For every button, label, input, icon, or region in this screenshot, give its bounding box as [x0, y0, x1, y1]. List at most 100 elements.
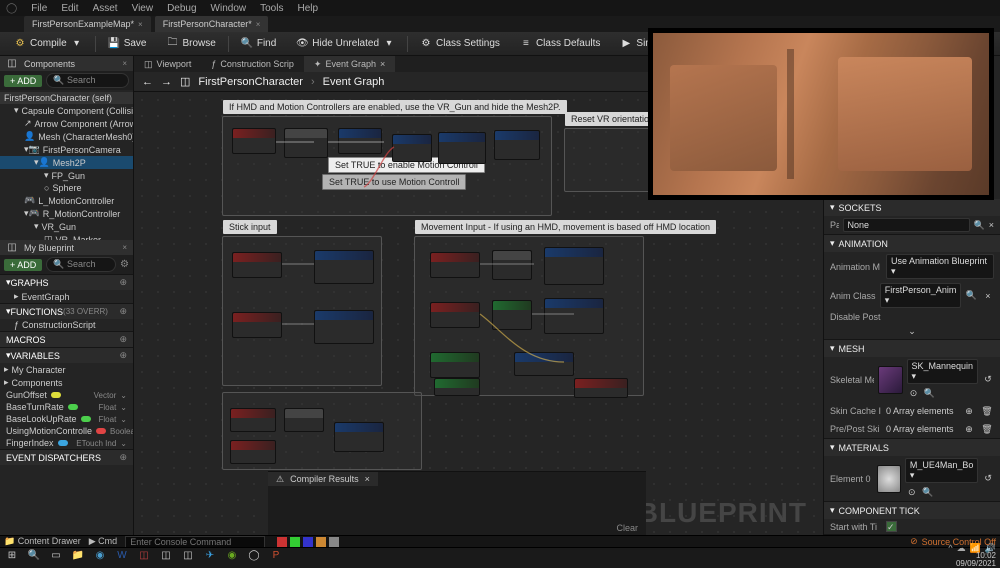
nvidia-icon[interactable]: ◉: [224, 549, 240, 563]
system-tray[interactable]: ^ ☁ 📶 🔊 10:0209/09/2021: [948, 544, 996, 568]
bp-node[interactable]: [232, 252, 282, 278]
menu-view[interactable]: View: [132, 3, 154, 14]
search-icon[interactable]: 🔍: [923, 386, 937, 400]
mesh-thumbnail[interactable]: [878, 366, 902, 394]
anim-mode-select[interactable]: Use Animation Blueprint ▾: [886, 254, 994, 279]
color-swatch[interactable]: [303, 537, 313, 547]
tree-item[interactable]: ▾ VR_Gun: [0, 220, 133, 233]
search-icon[interactable]: 🔍: [26, 549, 42, 563]
material-select[interactable]: M_UE4Man_Bo ▾: [905, 458, 979, 483]
chevron-down-icon[interactable]: ⌄: [120, 403, 127, 412]
sockets-header[interactable]: ▾ Sockets: [824, 199, 1000, 216]
app-icon[interactable]: ◫: [136, 549, 152, 563]
app-icon[interactable]: ◫: [180, 549, 196, 563]
edge-icon[interactable]: ◉: [92, 549, 108, 563]
var-item[interactable]: FingerIndexETouch Ind⌄: [0, 437, 133, 449]
bp-node[interactable]: [494, 130, 540, 160]
plus-icon[interactable]: ⊕: [119, 277, 127, 288]
color-swatch[interactable]: [329, 537, 339, 547]
compile-button[interactable]: ⚙Compile▾: [6, 35, 91, 53]
bc-root[interactable]: FirstPersonCharacter: [198, 76, 303, 88]
bp-node[interactable]: [314, 250, 374, 284]
bp-node[interactable]: [544, 298, 604, 334]
checkbox[interactable]: ✓: [886, 521, 897, 532]
tree-item[interactable]: ▾ FP_Gun: [0, 169, 133, 182]
browse-icon[interactable]: ⊙: [905, 485, 919, 499]
bp-node[interactable]: [230, 440, 276, 464]
bp-node[interactable]: [430, 352, 480, 378]
close-icon[interactable]: ×: [989, 218, 994, 232]
close-icon[interactable]: ×: [256, 20, 261, 29]
components-panel-tab[interactable]: ◫ Components ×: [0, 56, 133, 71]
materials-header[interactable]: ▾ Materials: [824, 439, 1000, 456]
plus-icon[interactable]: ⊕: [119, 350, 127, 361]
menu-asset[interactable]: Asset: [93, 3, 118, 14]
menu-debug[interactable]: Debug: [167, 3, 196, 14]
macros-header[interactable]: Macros⊕: [0, 331, 133, 347]
chevron-down-icon[interactable]: ⌄: [120, 439, 127, 448]
trash-icon[interactable]: 🗑: [980, 404, 994, 418]
bp-node[interactable]: [230, 408, 276, 432]
comment-region[interactable]: Reset VR orientation a: [564, 128, 654, 192]
plus-icon[interactable]: ⊕: [119, 306, 127, 317]
menu-help[interactable]: Help: [297, 3, 318, 14]
search-icon[interactable]: 🔍: [974, 218, 985, 232]
nav-back[interactable]: ←: [142, 76, 153, 88]
video-overlay[interactable]: [648, 28, 994, 200]
word-icon[interactable]: W: [114, 549, 130, 563]
tree-item[interactable]: FirstPersonCharacter (self): [0, 92, 133, 104]
tree-item[interactable]: ▾ Capsule Component (CollisionCylinder): [0, 104, 133, 117]
tree-item-selected[interactable]: ▾👤 Mesh2P: [0, 156, 133, 169]
bp-node[interactable]: [438, 132, 486, 164]
bp-node[interactable]: [430, 302, 480, 328]
graph-item[interactable]: ▸ EventGraph: [0, 290, 133, 303]
material-thumbnail[interactable]: [877, 465, 901, 493]
color-swatch[interactable]: [277, 537, 287, 547]
tree-item[interactable]: 👤 Mesh (CharacterMesh0) (Inherited): [0, 130, 133, 143]
var-item[interactable]: GunOffsetVector⌄: [0, 389, 133, 401]
graphs-header[interactable]: ▾ Graphs⊕: [0, 274, 133, 290]
var-group[interactable]: ▸ My Character: [0, 363, 133, 376]
close-icon[interactable]: ×: [138, 20, 143, 29]
mesh-header[interactable]: ▾ Mesh: [824, 340, 1000, 357]
componenttick-header[interactable]: ▾ Component Tick: [824, 502, 1000, 519]
bp-node[interactable]: [430, 252, 480, 278]
bp-node[interactable]: [232, 312, 282, 338]
tree-item[interactable]: ▾🎮 R_MotionController: [0, 207, 133, 220]
doc-tab-map[interactable]: FirstPersonExampleMap* ×: [24, 16, 151, 32]
trash-icon[interactable]: 🗑: [980, 422, 994, 436]
powerpoint-icon[interactable]: P: [268, 549, 284, 563]
var-item[interactable]: BaseLookUpRateFloat⌄: [0, 413, 133, 425]
parent-socket-input[interactable]: [843, 218, 970, 232]
animation-header[interactable]: ▾ Animation: [824, 235, 1000, 252]
bp-node[interactable]: [492, 300, 532, 330]
tree-item[interactable]: ◫ VR_Marker: [0, 233, 133, 240]
tree-item[interactable]: 🎮 L_MotionController: [0, 194, 133, 207]
dispatchers-header[interactable]: Event Dispatchers⊕: [0, 449, 133, 465]
nav-fwd[interactable]: →: [161, 76, 172, 88]
doc-tab-character[interactable]: FirstPersonCharacter* ×: [155, 16, 269, 32]
chevron-down-icon[interactable]: ⌄: [120, 415, 127, 424]
add-bp-button[interactable]: + ADD: [4, 259, 42, 271]
anim-class-select[interactable]: FirstPerson_Anim ▾: [880, 283, 962, 308]
bp-node[interactable]: [544, 247, 604, 285]
menu-window[interactable]: Window: [211, 3, 247, 14]
bp-search[interactable]: 🔍 Search: [46, 257, 116, 272]
bp-node[interactable]: [492, 250, 532, 280]
class-defaults-button[interactable]: ≡Class Defaults: [512, 35, 608, 53]
bp-node[interactable]: [284, 128, 328, 158]
plus-icon[interactable]: ⊕: [962, 422, 976, 436]
explorer-icon[interactable]: 📁: [70, 549, 86, 563]
unreal-icon[interactable]: ◯: [246, 549, 262, 563]
tray-icon[interactable]: ^: [948, 544, 952, 552]
reset-icon[interactable]: ↺: [982, 472, 994, 486]
clear-button[interactable]: Clear: [616, 523, 638, 533]
bp-node[interactable]: [334, 422, 384, 452]
bp-node[interactable]: [338, 128, 382, 154]
find-button[interactable]: 🔍Find: [233, 35, 284, 53]
close-icon[interactable]: ×: [380, 59, 385, 69]
tree-item[interactable]: ▾📷 FirstPersonCamera: [0, 143, 133, 156]
components-search[interactable]: 🔍 Search: [46, 73, 129, 88]
color-swatch[interactable]: [290, 537, 300, 547]
bp-node[interactable]: [574, 378, 628, 398]
